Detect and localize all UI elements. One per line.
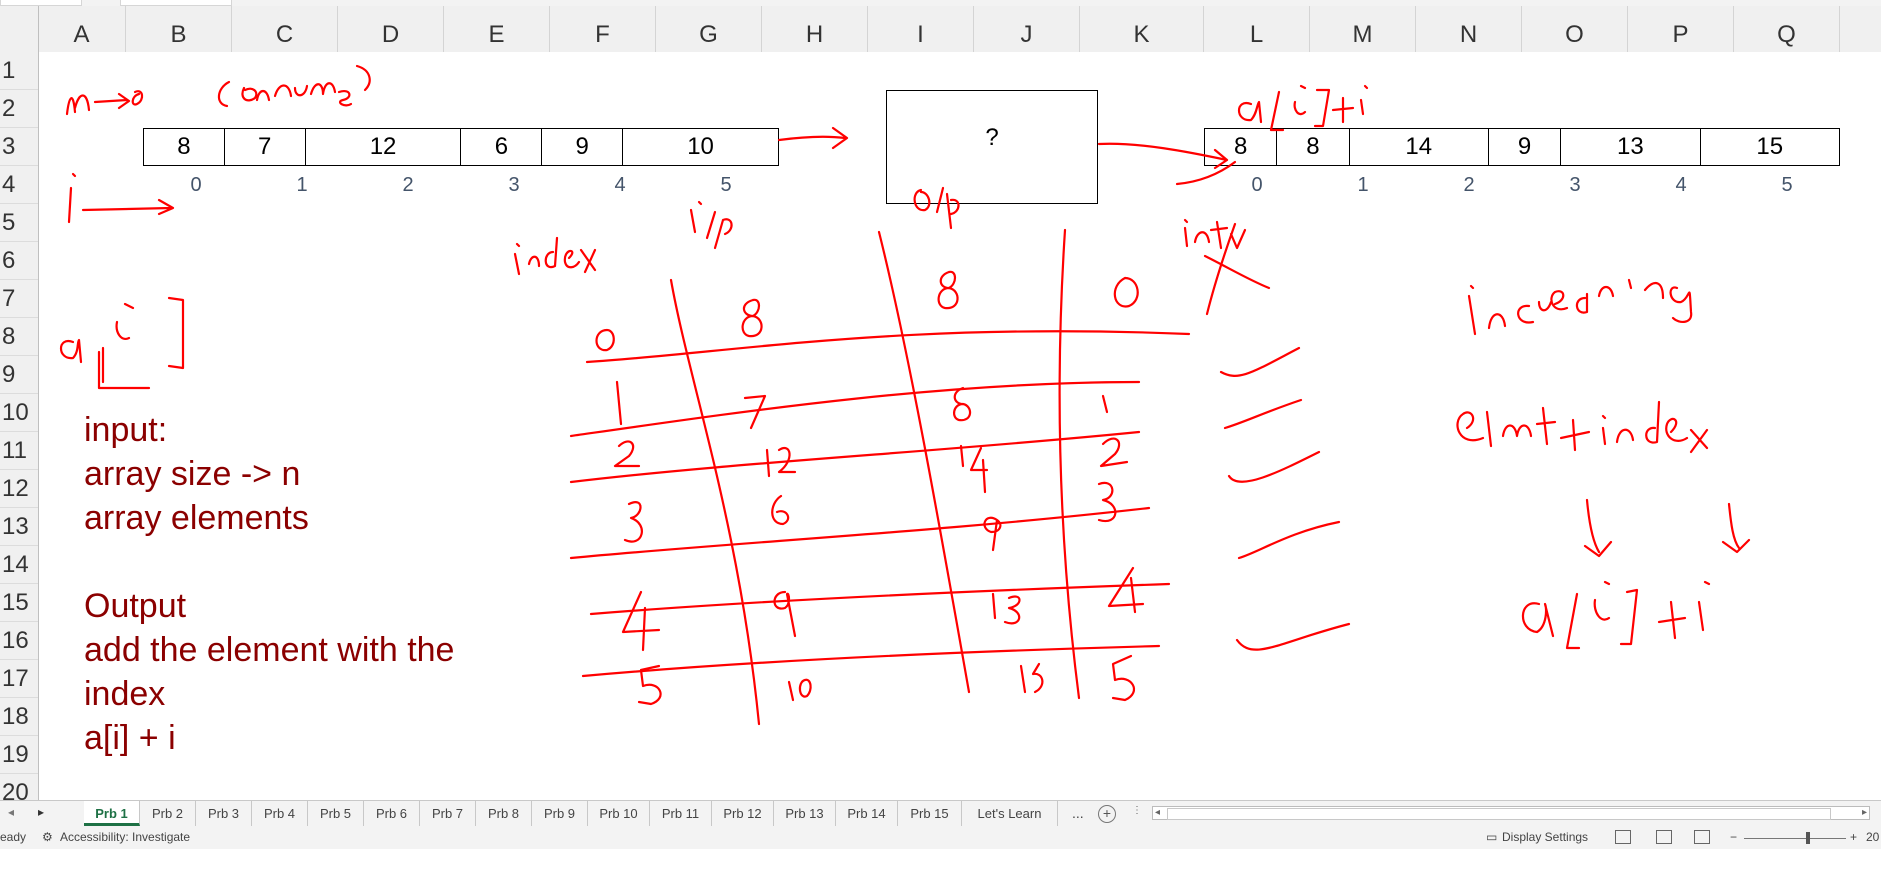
more-tabs-button[interactable]: ... (1072, 801, 1084, 826)
accessibility-status[interactable]: Accessibility: Investigate (60, 830, 190, 844)
tab-prb-5[interactable]: Prb 5 (308, 801, 364, 826)
tab-prb-2[interactable]: Prb 2 (140, 801, 196, 826)
tab-prb-3[interactable]: Prb 3 (196, 801, 252, 826)
tab-prb-11[interactable]: Prb 11 (650, 801, 712, 826)
column-header-q[interactable]: Q (1734, 6, 1840, 52)
tab-prb-8[interactable]: Prb 8 (476, 801, 532, 826)
column-header-d[interactable]: D (338, 6, 444, 52)
column-header-n[interactable]: N (1416, 6, 1522, 52)
tab-lets-learn[interactable]: Let's Learn (962, 801, 1058, 826)
splitter-handle-icon[interactable]: ⋮ (1132, 805, 1142, 816)
column-header-j[interactable]: J (974, 6, 1080, 52)
add-sheet-icon[interactable]: + (1098, 805, 1116, 823)
tab-prb-14[interactable]: Prb 14 (836, 801, 898, 826)
row-header-20[interactable]: 20 (0, 774, 38, 800)
scroll-right-icon[interactable]: ▸ (1862, 807, 1867, 818)
column-header-a[interactable]: A (38, 6, 126, 52)
row-header-14[interactable]: 14 (0, 546, 38, 584)
tab-prb-10[interactable]: Prb 10 (588, 801, 650, 826)
tab-prb-7[interactable]: Prb 7 (420, 801, 476, 826)
handwritten-annotations (59, 64, 1751, 726)
tab-scroll-right-icon[interactable]: ▸ (38, 805, 44, 819)
column-header-i[interactable]: I (868, 6, 974, 52)
bottom-padding (0, 849, 1881, 879)
row-header-4[interactable]: 4 (0, 166, 38, 204)
worksheet-grid[interactable]: 8 7 12 6 9 10 0 1 2 3 4 5 ? 8 8 14 9 13 … (39, 52, 1881, 800)
column-header-k[interactable]: K (1080, 6, 1204, 52)
zoom-slider[interactable] (1744, 838, 1846, 839)
row-header: 1 2 3 4 5 6 7 8 9 10 11 12 13 14 15 16 1… (0, 52, 39, 800)
page-break-view-icon[interactable] (1694, 830, 1710, 844)
zoom-slider-thumb[interactable] (1806, 832, 1810, 844)
row-header-16[interactable]: 16 (0, 622, 38, 660)
normal-view-icon[interactable] (1615, 830, 1631, 844)
column-header: A B C D E F G H I J K L M N O P Q (0, 6, 1881, 53)
display-settings-icon[interactable]: ▭ (1486, 830, 1497, 844)
column-header-c[interactable]: C (232, 6, 338, 52)
column-header-l[interactable]: L (1204, 6, 1310, 52)
display-settings-button[interactable]: Display Settings (1502, 830, 1588, 844)
column-header-b[interactable]: B (126, 6, 232, 52)
row-header-6[interactable]: 6 (0, 242, 38, 280)
tab-scroll-left-icon[interactable]: ◂ (8, 805, 14, 819)
row-header-10[interactable]: 10 (0, 394, 38, 432)
row-header-1[interactable]: 1 (0, 52, 38, 90)
tab-prb-15[interactable]: Prb 15 (898, 801, 962, 826)
column-header-h[interactable]: H (762, 6, 868, 52)
row-header-17[interactable]: 17 (0, 660, 38, 698)
tab-prb-12[interactable]: Prb 12 (712, 801, 774, 826)
tab-prb-6[interactable]: Prb 6 (364, 801, 420, 826)
page-layout-view-icon[interactable] (1656, 830, 1672, 844)
tab-prb-9[interactable]: Prb 9 (532, 801, 588, 826)
zoom-out-button[interactable]: − (1730, 830, 1737, 844)
row-header-15[interactable]: 15 (0, 584, 38, 622)
row-header-11[interactable]: 11 (0, 432, 38, 470)
status-ready: eady (0, 830, 27, 844)
tab-prb-4[interactable]: Prb 4 (252, 801, 308, 826)
tab-prb-1[interactable]: Prb 1 (84, 801, 140, 826)
row-header-3[interactable]: 3 (0, 128, 38, 166)
row-header-7[interactable]: 7 (0, 280, 38, 318)
scrollbar-thumb[interactable] (1167, 808, 1831, 820)
sheet-tabs-bar: ◂ ▸ Prb 1 Prb 2 Prb 3 Prb 4 Prb 5 Prb 6 … (0, 800, 1881, 827)
column-header-g[interactable]: G (656, 6, 762, 52)
column-header-e[interactable]: E (444, 6, 550, 52)
row-header-18[interactable]: 18 (0, 698, 38, 736)
column-header-m[interactable]: M (1310, 6, 1416, 52)
accessibility-icon[interactable]: ⚙ (42, 830, 53, 844)
row-header-8[interactable]: 8 (0, 318, 38, 356)
row-header-5[interactable]: 5 (0, 204, 38, 242)
select-all-corner[interactable] (0, 6, 39, 53)
row-header-12[interactable]: 12 (0, 470, 38, 508)
tab-prb-13[interactable]: Prb 13 (774, 801, 836, 826)
row-header-9[interactable]: 9 (0, 356, 38, 394)
scroll-left-icon[interactable]: ◂ (1155, 807, 1160, 818)
status-bar: eady ⚙ Accessibility: Investigate ▭ Disp… (0, 827, 1881, 849)
horizontal-scrollbar[interactable]: ◂ ▸ (1152, 806, 1870, 820)
row-header-2[interactable]: 2 (0, 90, 38, 128)
zoom-level[interactable]: 20 (1866, 830, 1879, 844)
row-header-13[interactable]: 13 (0, 508, 38, 546)
row-header-19[interactable]: 19 (0, 736, 38, 774)
column-header-p[interactable]: P (1628, 6, 1734, 52)
column-header-o[interactable]: O (1522, 6, 1628, 52)
column-header-f[interactable]: F (550, 6, 656, 52)
zoom-in-button[interactable]: + (1850, 830, 1857, 844)
